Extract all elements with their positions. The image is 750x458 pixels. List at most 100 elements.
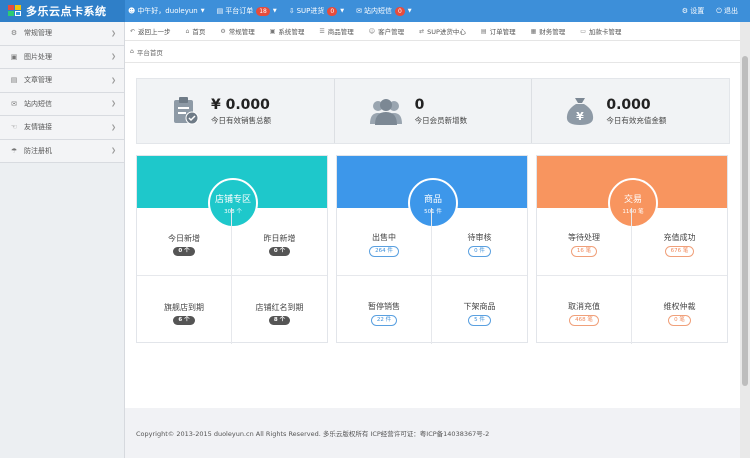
count-badge: 5 件 <box>468 314 491 326</box>
shortcut-customers[interactable]: ☺ 客户管理 <box>368 26 404 37</box>
order-icon: ▤ <box>480 27 487 35</box>
chevron-right-icon: ❯ <box>110 29 116 37</box>
copyright-text: Copyright© 2013-2015 duoleyun.cn All Rig… <box>136 430 490 438</box>
trade-card-title: 交易 <box>623 194 642 205</box>
site-messages-menu[interactable]: ✉ 站内短信 0 ▼ <box>356 6 412 16</box>
users-icon: ☺ <box>368 27 376 35</box>
shortcut-finance[interactable]: ▦ 财务管理 <box>530 26 566 37</box>
umbrella-icon: ☂ <box>10 146 18 155</box>
main-content: ¥ 0.000 今日有效销售总额 0 今日会员新增数 ¥ 0.000 今日有效充… <box>125 63 740 408</box>
shop-yesterday-new[interactable]: 昨日新增 0 个 <box>232 208 327 276</box>
trade-recharge-success[interactable]: 充值成功 676 笔 <box>632 208 727 276</box>
count-badge: 0 件 <box>468 246 491 257</box>
scrollbar-thumb[interactable] <box>742 56 748 386</box>
user-greeting[interactable]: ☻ 中午好，duoleyun ▼ <box>128 6 205 16</box>
sidebar-item-messages[interactable]: ✉ 站内短信 ❯ <box>0 92 124 116</box>
top-nav: ☻ 中午好，duoleyun ▼ ▤ 平台订单 18 ▼ ⇩ SUP进货 0 ▼… <box>128 0 424 22</box>
count-badge: 264 件 <box>369 246 399 257</box>
count-badge: 0 个 <box>173 247 195 256</box>
stats-cards: 店铺专区 308 个 今日新增 0 个 昨日新增 0 个 旗舰店到期 6 个 店… <box>136 155 730 345</box>
shortcut-cards[interactable]: ▭ 加款卡管理 <box>580 26 621 37</box>
logo-icon <box>8 5 22 17</box>
sidebar-item-links[interactable]: ☜ 友情链接 ❯ <box>0 116 124 140</box>
exchange-icon: ⇄ <box>419 27 425 35</box>
footer: Copyright© 2013-2015 duoleyun.cn All Rig… <box>125 408 740 458</box>
breadcrumb: ⌂ 平台首页 <box>125 41 740 63</box>
logout-link[interactable]: ⏻ 退出 <box>716 6 738 16</box>
chevron-down-icon: ▼ <box>272 8 277 14</box>
card-icon: ▭ <box>580 27 586 35</box>
sidebar-item-images[interactable]: ▣ 图片处理 ❯ <box>0 45 124 69</box>
summary-sales-value: ¥ 0.000 <box>211 96 270 113</box>
chevron-right-icon: ❯ <box>110 147 116 155</box>
home-icon: ⌂ <box>130 48 134 55</box>
trade-pending[interactable]: 等待处理 16 笔 <box>537 208 632 276</box>
trade-recharge-cancelled[interactable]: 取消充值 468 笔 <box>537 276 632 344</box>
summary-recharge-label: 今日有效充值金额 <box>606 115 667 125</box>
chevron-down-icon: ▼ <box>340 8 345 14</box>
chevron-right-icon: ❯ <box>110 123 116 131</box>
summary-sales-label: 今日有效销售总额 <box>211 115 271 125</box>
image-icon: ▣ <box>10 52 18 61</box>
shortcut-system[interactable]: ▣ 系统管理 <box>269 26 305 37</box>
trade-card-grid: 等待处理 16 笔 充值成功 676 笔 取消充值 468 笔 维权仲裁 0 笔 <box>537 208 727 344</box>
shortcut-general[interactable]: ⚙ 常规管理 <box>220 26 254 37</box>
goods-card-title: 商品 <box>423 194 442 205</box>
sidebar-item-articles[interactable]: ▤ 文章管理 ❯ <box>0 69 124 93</box>
goods-pending-review[interactable]: 待审核 0 件 <box>432 208 527 276</box>
shop-flagship-expiring[interactable]: 旗舰店到期 6 个 <box>137 276 232 344</box>
power-icon: ⏻ <box>716 7 722 15</box>
site-messages-badge: 0 <box>394 6 405 16</box>
order-icon: ▤ <box>216 7 224 15</box>
monitor-icon: ▣ <box>269 27 276 35</box>
gear-icon: ⚙ <box>681 7 688 15</box>
sidebar-item-anti-bot[interactable]: ☂ 防注册机 ❯ <box>0 139 124 163</box>
breadcrumb-label[interactable]: 平台首页 <box>137 47 163 57</box>
platform-orders-badge: 18 <box>256 6 270 16</box>
goods-card: 商品 501 件 出售中 264 件 待审核 0 件 暂停销售 22 件 下架商… <box>336 155 528 344</box>
money-bag-icon: ¥ <box>567 98 594 125</box>
shortcut-orders[interactable]: ▤ 订单管理 <box>480 26 516 37</box>
chevron-right-icon: ❯ <box>110 53 116 61</box>
members-icon <box>369 99 402 125</box>
sidebar-item-general[interactable]: ⚙ 常规管理 ❯ <box>0 22 124 46</box>
summary-sales: ¥ 0.000 今日有效销售总额 <box>137 79 334 143</box>
count-badge: 468 笔 <box>569 314 599 326</box>
back-icon: ↶ <box>130 27 136 35</box>
chevron-right-icon: ❯ <box>110 100 116 108</box>
goods-delisted[interactable]: 下架商品 5 件 <box>432 276 527 344</box>
chevron-right-icon: ❯ <box>110 76 116 84</box>
home-icon: ⌂ <box>185 27 190 35</box>
settings-link[interactable]: ⚙ 设置 <box>682 6 705 16</box>
document-icon: ▤ <box>10 76 18 85</box>
list-icon: ☰ <box>319 27 325 35</box>
summary-members-label: 今日会员新增数 <box>414 115 468 125</box>
gear-icon: ⚙ <box>220 27 226 35</box>
envelope-icon: ✉ <box>356 7 362 15</box>
user-icon: ☻ <box>128 7 136 15</box>
goods-paused[interactable]: 暂停销售 22 件 <box>337 276 432 344</box>
top-bar: 多乐云点卡系统 ☻ 中午好，duoleyun ▼ ▤ 平台订单 18 ▼ ⇩ S… <box>0 0 750 22</box>
shortcut-back[interactable]: ↶ 返回上一步 <box>130 26 171 37</box>
sup-purchase-menu[interactable]: ⇩ SUP进货 0 ▼ <box>289 6 344 16</box>
download-icon: ⇩ <box>288 7 295 15</box>
summary-recharge: ¥ 0.000 今日有效充值金额 <box>531 79 729 143</box>
count-badge: 676 笔 <box>664 246 695 257</box>
shortcut-sup-center[interactable]: ⇄ SUP进货中心 <box>419 26 466 37</box>
shortcut-home[interactable]: ⌂ 首页 <box>185 26 206 37</box>
shop-card-title: 店铺专区 <box>214 194 251 205</box>
platform-orders-menu[interactable]: ▤ 平台订单 18 ▼ <box>217 6 277 16</box>
message-icon: ✉ <box>11 99 17 108</box>
shop-today-new[interactable]: 今日新增 0 个 <box>137 208 232 276</box>
goods-on-sale[interactable]: 出售中 264 件 <box>337 208 432 276</box>
shop-card-grid: 今日新增 0 个 昨日新增 0 个 旗舰店到期 6 个 店铺红名到期 8 个 <box>137 208 327 344</box>
trade-arbitration[interactable]: 维权仲裁 0 笔 <box>632 276 727 344</box>
shortcut-goods[interactable]: ☰ 商品管理 <box>319 26 353 37</box>
shop-redname-expiring[interactable]: 店铺红名到期 8 个 <box>232 276 327 344</box>
thumbs-up-icon: ☜ <box>10 123 18 132</box>
count-badge: 16 笔 <box>570 246 598 257</box>
count-badge: 6 个 <box>173 315 195 325</box>
finance-icon: ▦ <box>530 27 537 35</box>
summary-members-value: 0 <box>414 96 425 113</box>
logo[interactable]: 多乐云点卡系统 <box>0 0 125 22</box>
